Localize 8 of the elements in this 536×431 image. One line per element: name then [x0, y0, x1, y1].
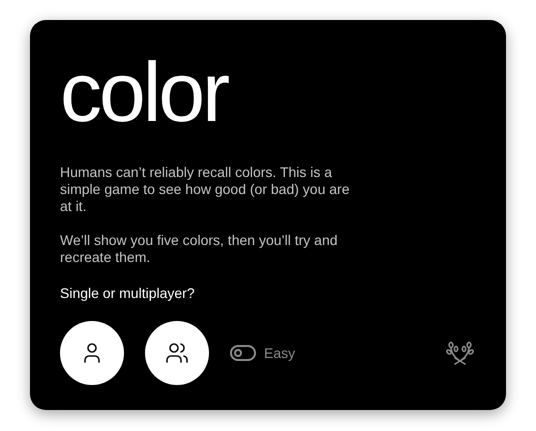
intro-paragraph: Humans can’t reliably recall colors. This is a simple game to see how good (or bad) you are at it.: [60, 164, 350, 215]
easy-toggle[interactable]: [230, 345, 256, 361]
laurel-icon[interactable]: [446, 340, 474, 366]
intro-paragraph: We’ll show you five colors, then you’ll try and recreate them.: [60, 232, 339, 266]
group-icon: [165, 341, 189, 365]
app-title: color: [60, 50, 229, 141]
toggle-label: Easy: [264, 344, 296, 363]
prompt-text: Single or multiplayer?: [60, 284, 196, 303]
